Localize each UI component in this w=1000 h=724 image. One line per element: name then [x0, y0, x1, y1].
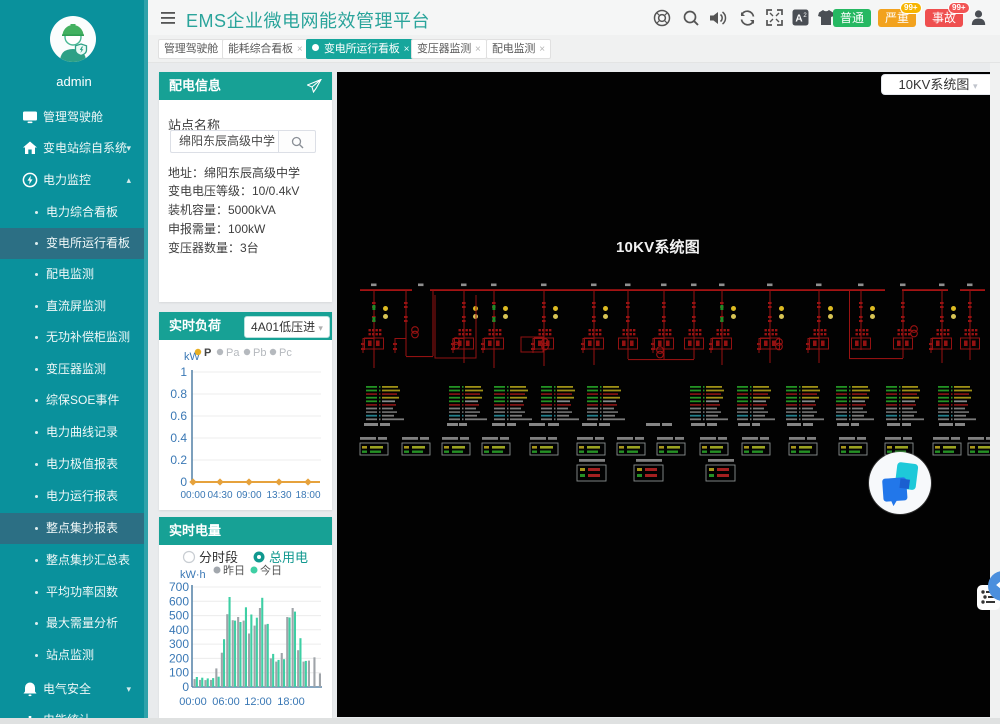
- svg-text:12:00: 12:00: [244, 696, 272, 708]
- svg-text:18:00: 18:00: [295, 490, 320, 501]
- svg-text:13:30: 13:30: [266, 490, 291, 501]
- svg-text:总用电: 总用电: [269, 550, 308, 565]
- svg-text:P: P: [204, 347, 211, 359]
- svg-text:Pa: Pa: [226, 347, 240, 359]
- svg-text:0: 0: [180, 475, 187, 489]
- svg-text:0.6: 0.6: [170, 409, 187, 423]
- svg-text:18:00: 18:00: [277, 696, 305, 708]
- svg-text:今日: 今日: [260, 563, 282, 577]
- svg-text:04:30: 04:30: [207, 490, 232, 501]
- svg-text:400: 400: [169, 623, 189, 637]
- svg-text:100: 100: [169, 666, 189, 680]
- svg-text:昨日: 昨日: [223, 564, 245, 577]
- svg-text:0.8: 0.8: [170, 387, 187, 401]
- svg-text:200: 200: [169, 651, 189, 665]
- svg-text:分时段: 分时段: [199, 550, 238, 565]
- svg-text:Pc: Pc: [279, 347, 292, 359]
- svg-text:A: A: [795, 14, 802, 25]
- svg-text:300: 300: [169, 637, 189, 651]
- svg-text:500: 500: [169, 609, 189, 623]
- svg-text:0.4: 0.4: [170, 431, 187, 445]
- svg-text:00:00: 00:00: [180, 490, 205, 501]
- svg-text:0.2: 0.2: [170, 453, 187, 467]
- svg-text:00:00: 00:00: [179, 696, 207, 708]
- svg-text:600: 600: [169, 594, 189, 608]
- svg-text:Pb: Pb: [253, 347, 266, 359]
- svg-text:700: 700: [169, 580, 189, 594]
- svg-text:09:00: 09:00: [236, 490, 261, 501]
- svg-text:06:00: 06:00: [212, 696, 240, 708]
- svg-text:0: 0: [182, 680, 189, 694]
- svg-text:1: 1: [180, 365, 187, 379]
